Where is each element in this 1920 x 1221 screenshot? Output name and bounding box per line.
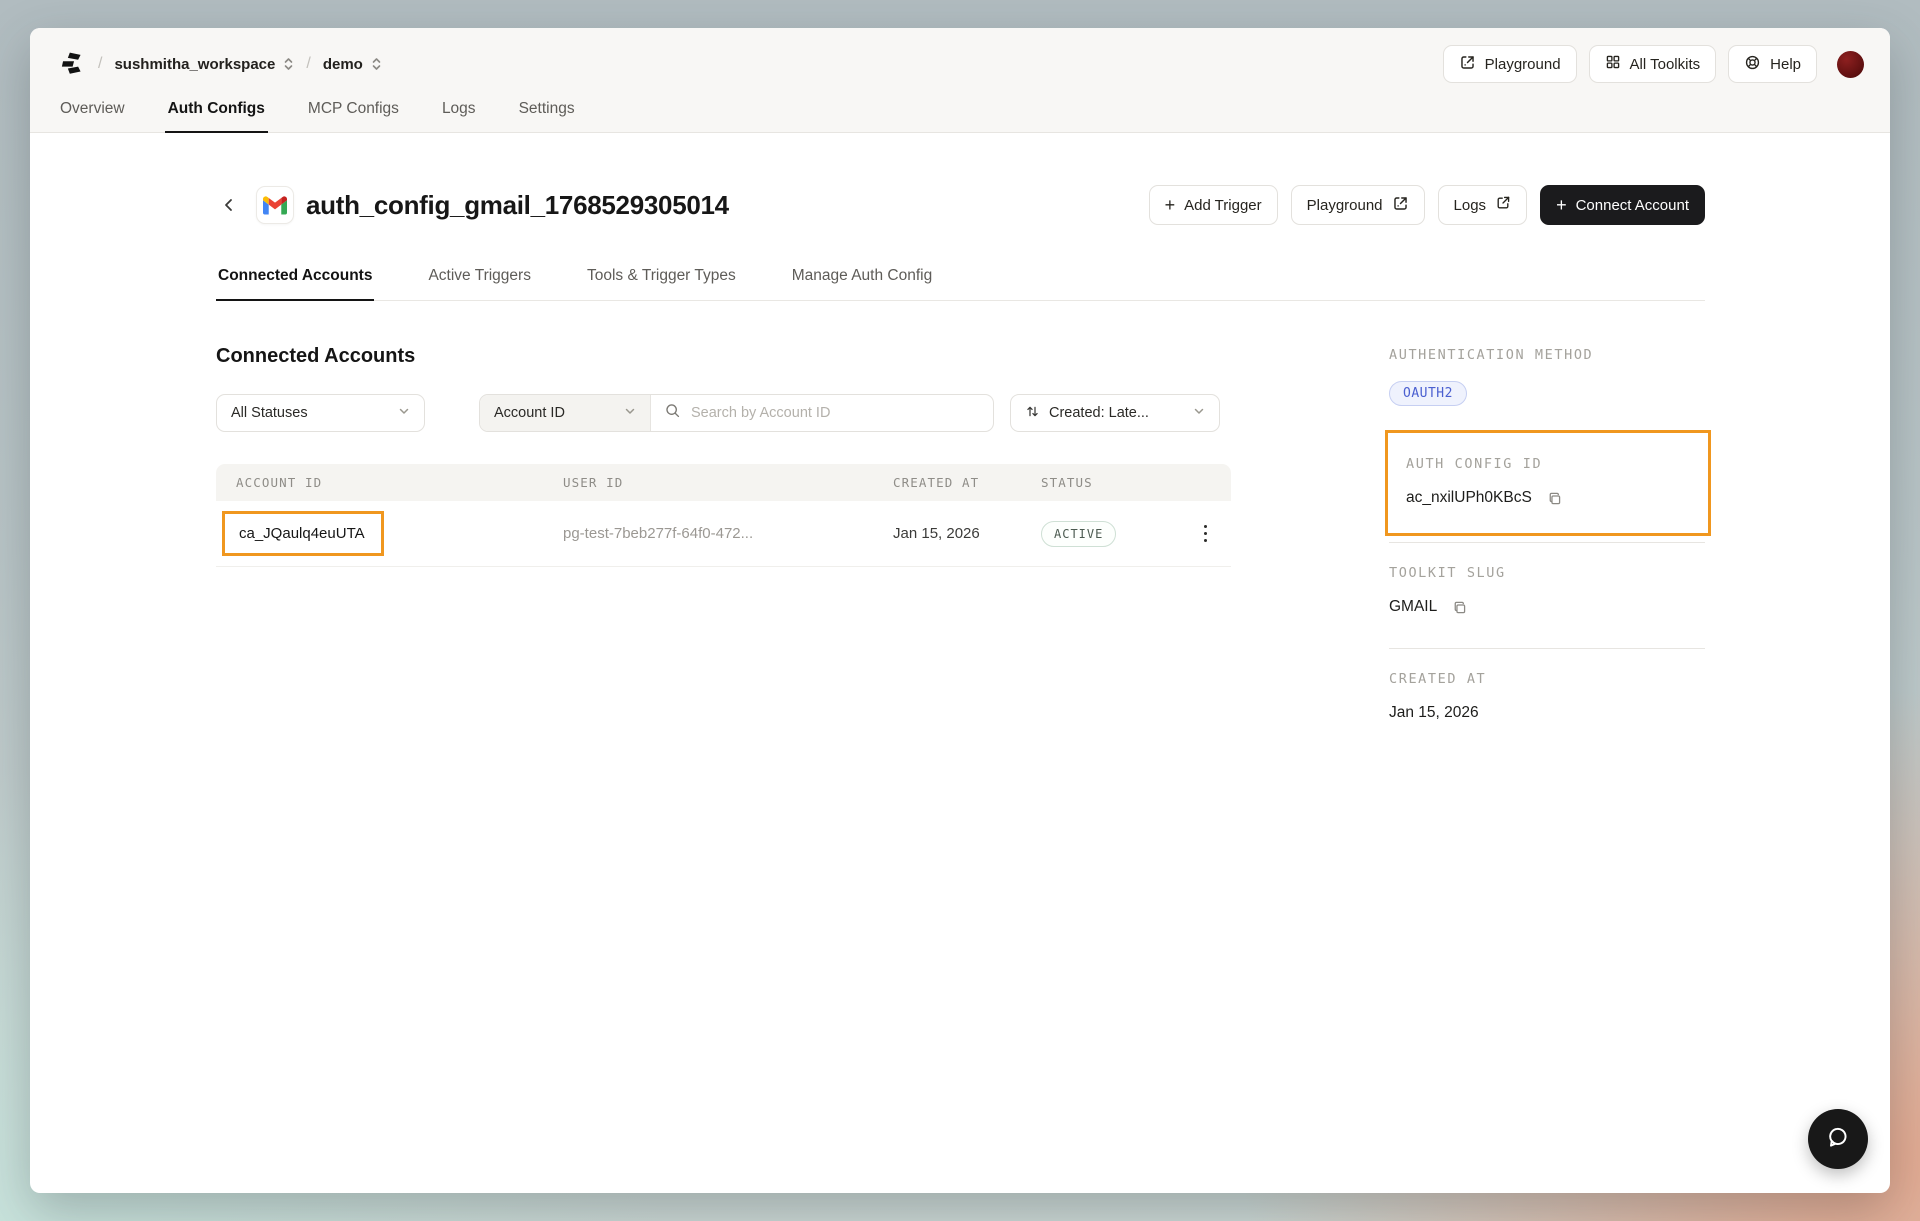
- back-button[interactable]: [216, 192, 242, 218]
- breadcrumb-separator: /: [306, 55, 310, 73]
- search-combo: Account ID: [479, 394, 994, 432]
- playground-open-button[interactable]: Playground: [1291, 185, 1425, 225]
- plus-icon: +: [1556, 196, 1567, 214]
- playground-button[interactable]: Playground: [1443, 45, 1577, 83]
- account-id-highlight-box: ca_JQaulq4euUTA: [222, 511, 384, 556]
- tab-settings[interactable]: Settings: [516, 96, 578, 132]
- top-bar: / sushmitha_workspace / demo: [30, 28, 1890, 133]
- search-input[interactable]: [691, 405, 980, 421]
- table-header-row: ACCOUNT ID USER ID CREATED AT STATUS: [216, 464, 1231, 501]
- subtab-manage-auth-config[interactable]: Manage Auth Config: [790, 267, 934, 300]
- status-badge: ACTIVE: [1041, 521, 1116, 547]
- user-avatar[interactable]: [1837, 51, 1864, 78]
- help-label: Help: [1770, 56, 1801, 73]
- page-header: auth_config_gmail_1768529305014 + Add Tr…: [216, 185, 1705, 225]
- chevron-down-icon: [1193, 405, 1205, 421]
- toolkit-slug-value: GMAIL: [1389, 598, 1437, 616]
- created-at-value: Jan 15, 2026: [893, 525, 1041, 542]
- breadcrumb-project[interactable]: demo: [323, 56, 382, 73]
- col-header-created-at: CREATED AT: [893, 475, 1041, 490]
- project-name: demo: [323, 56, 363, 73]
- connect-account-label: Connect Account: [1576, 197, 1689, 214]
- copy-icon[interactable]: [1451, 599, 1468, 616]
- auth-config-id-value: ac_nxilUPh0KBcS: [1406, 489, 1532, 507]
- auth-config-id-highlight-box: AUTH CONFIG ID ac_nxilUPh0KBcS: [1385, 430, 1711, 536]
- search-field-select[interactable]: Account ID: [480, 395, 651, 431]
- add-trigger-label: Add Trigger: [1184, 197, 1262, 214]
- tab-overview[interactable]: Overview: [57, 96, 128, 132]
- row-menu-button[interactable]: [1200, 519, 1212, 549]
- all-toolkits-button[interactable]: All Toolkits: [1589, 45, 1717, 83]
- auth-config-id-label: AUTH CONFIG ID: [1406, 456, 1690, 472]
- sort-arrows-icon: [1025, 404, 1040, 423]
- created-at-label: CREATED AT: [1389, 671, 1705, 687]
- logs-button[interactable]: Logs: [1438, 185, 1528, 225]
- tab-auth-configs[interactable]: Auth Configs: [165, 96, 268, 132]
- chevron-down-icon: [624, 405, 636, 421]
- subtab-tools-trigger-types[interactable]: Tools & Trigger Types: [585, 267, 738, 300]
- tab-logs[interactable]: Logs: [439, 96, 479, 132]
- table-row[interactable]: ca_JQaulq4euUTA pg-test-7beb277f-64f0-47…: [216, 501, 1231, 567]
- workspace-name: sushmitha_workspace: [114, 56, 275, 73]
- toolkit-slug-label: TOOLKIT SLUG: [1389, 565, 1705, 581]
- grid-icon: [1605, 54, 1621, 74]
- primary-tabs: Overview Auth Configs MCP Configs Logs S…: [56, 96, 1864, 132]
- account-id-value: ca_JQaulq4euUTA: [239, 525, 365, 542]
- chevron-updown-icon: [283, 57, 294, 71]
- chevron-down-icon: [398, 405, 410, 421]
- app-window: / sushmitha_workspace / demo: [30, 28, 1890, 1193]
- playground-icon: [1392, 195, 1409, 216]
- playground-icon: [1459, 54, 1476, 75]
- playground-label: Playground: [1485, 56, 1561, 73]
- tab-mcp-configs[interactable]: MCP Configs: [305, 96, 402, 132]
- search-field-value: Account ID: [494, 405, 565, 421]
- connect-account-button[interactable]: + Connect Account: [1540, 185, 1705, 225]
- status-filter-select[interactable]: All Statuses: [216, 394, 425, 432]
- external-link-icon: [1495, 195, 1511, 215]
- gmail-icon: [256, 186, 294, 224]
- plus-icon: +: [1165, 196, 1176, 214]
- page-title: auth_config_gmail_1768529305014: [306, 190, 729, 221]
- logs-label: Logs: [1454, 197, 1487, 214]
- details-panel: AUTHENTICATION METHOD OAUTH2 AUTH CONFIG…: [1389, 301, 1705, 748]
- accounts-table: ACCOUNT ID USER ID CREATED AT STATUS ca_…: [216, 464, 1231, 567]
- breadcrumb-workspace[interactable]: sushmitha_workspace: [114, 56, 294, 73]
- section-heading: Connected Accounts: [216, 345, 1231, 368]
- filters-row: All Statuses Account ID: [216, 394, 1231, 432]
- subtab-connected-accounts[interactable]: Connected Accounts: [216, 267, 374, 300]
- subtab-active-triggers[interactable]: Active Triggers: [426, 267, 533, 300]
- help-button[interactable]: Help: [1728, 45, 1817, 83]
- col-header-user-id: USER ID: [563, 475, 893, 490]
- created-at-value: Jan 15, 2026: [1389, 704, 1479, 722]
- chevron-updown-icon: [371, 57, 382, 71]
- detail-tabs: Connected Accounts Active Triggers Tools…: [216, 267, 1705, 301]
- user-id-value: pg-test-7beb277f-64f0-472...: [563, 525, 893, 542]
- search-icon: [664, 402, 681, 424]
- playground-open-label: Playground: [1307, 197, 1383, 214]
- chat-bubble-icon: [1825, 1124, 1851, 1155]
- add-trigger-button[interactable]: + Add Trigger: [1149, 185, 1278, 225]
- oauth2-badge: OAUTH2: [1389, 381, 1467, 406]
- breadcrumb-separator: /: [98, 55, 102, 73]
- sort-value: Created: Late...: [1049, 405, 1149, 421]
- composio-logo-icon[interactable]: [56, 49, 86, 79]
- chat-support-button[interactable]: [1808, 1109, 1868, 1169]
- help-lifebuoy-icon: [1744, 54, 1761, 75]
- all-toolkits-label: All Toolkits: [1630, 56, 1701, 73]
- auth-method-label: AUTHENTICATION METHOD: [1389, 347, 1705, 363]
- col-header-account-id: ACCOUNT ID: [236, 475, 563, 490]
- sort-select[interactable]: Created: Late...: [1010, 394, 1220, 432]
- col-header-status: STATUS: [1041, 475, 1175, 490]
- status-filter-value: All Statuses: [231, 405, 308, 421]
- copy-icon[interactable]: [1546, 490, 1563, 507]
